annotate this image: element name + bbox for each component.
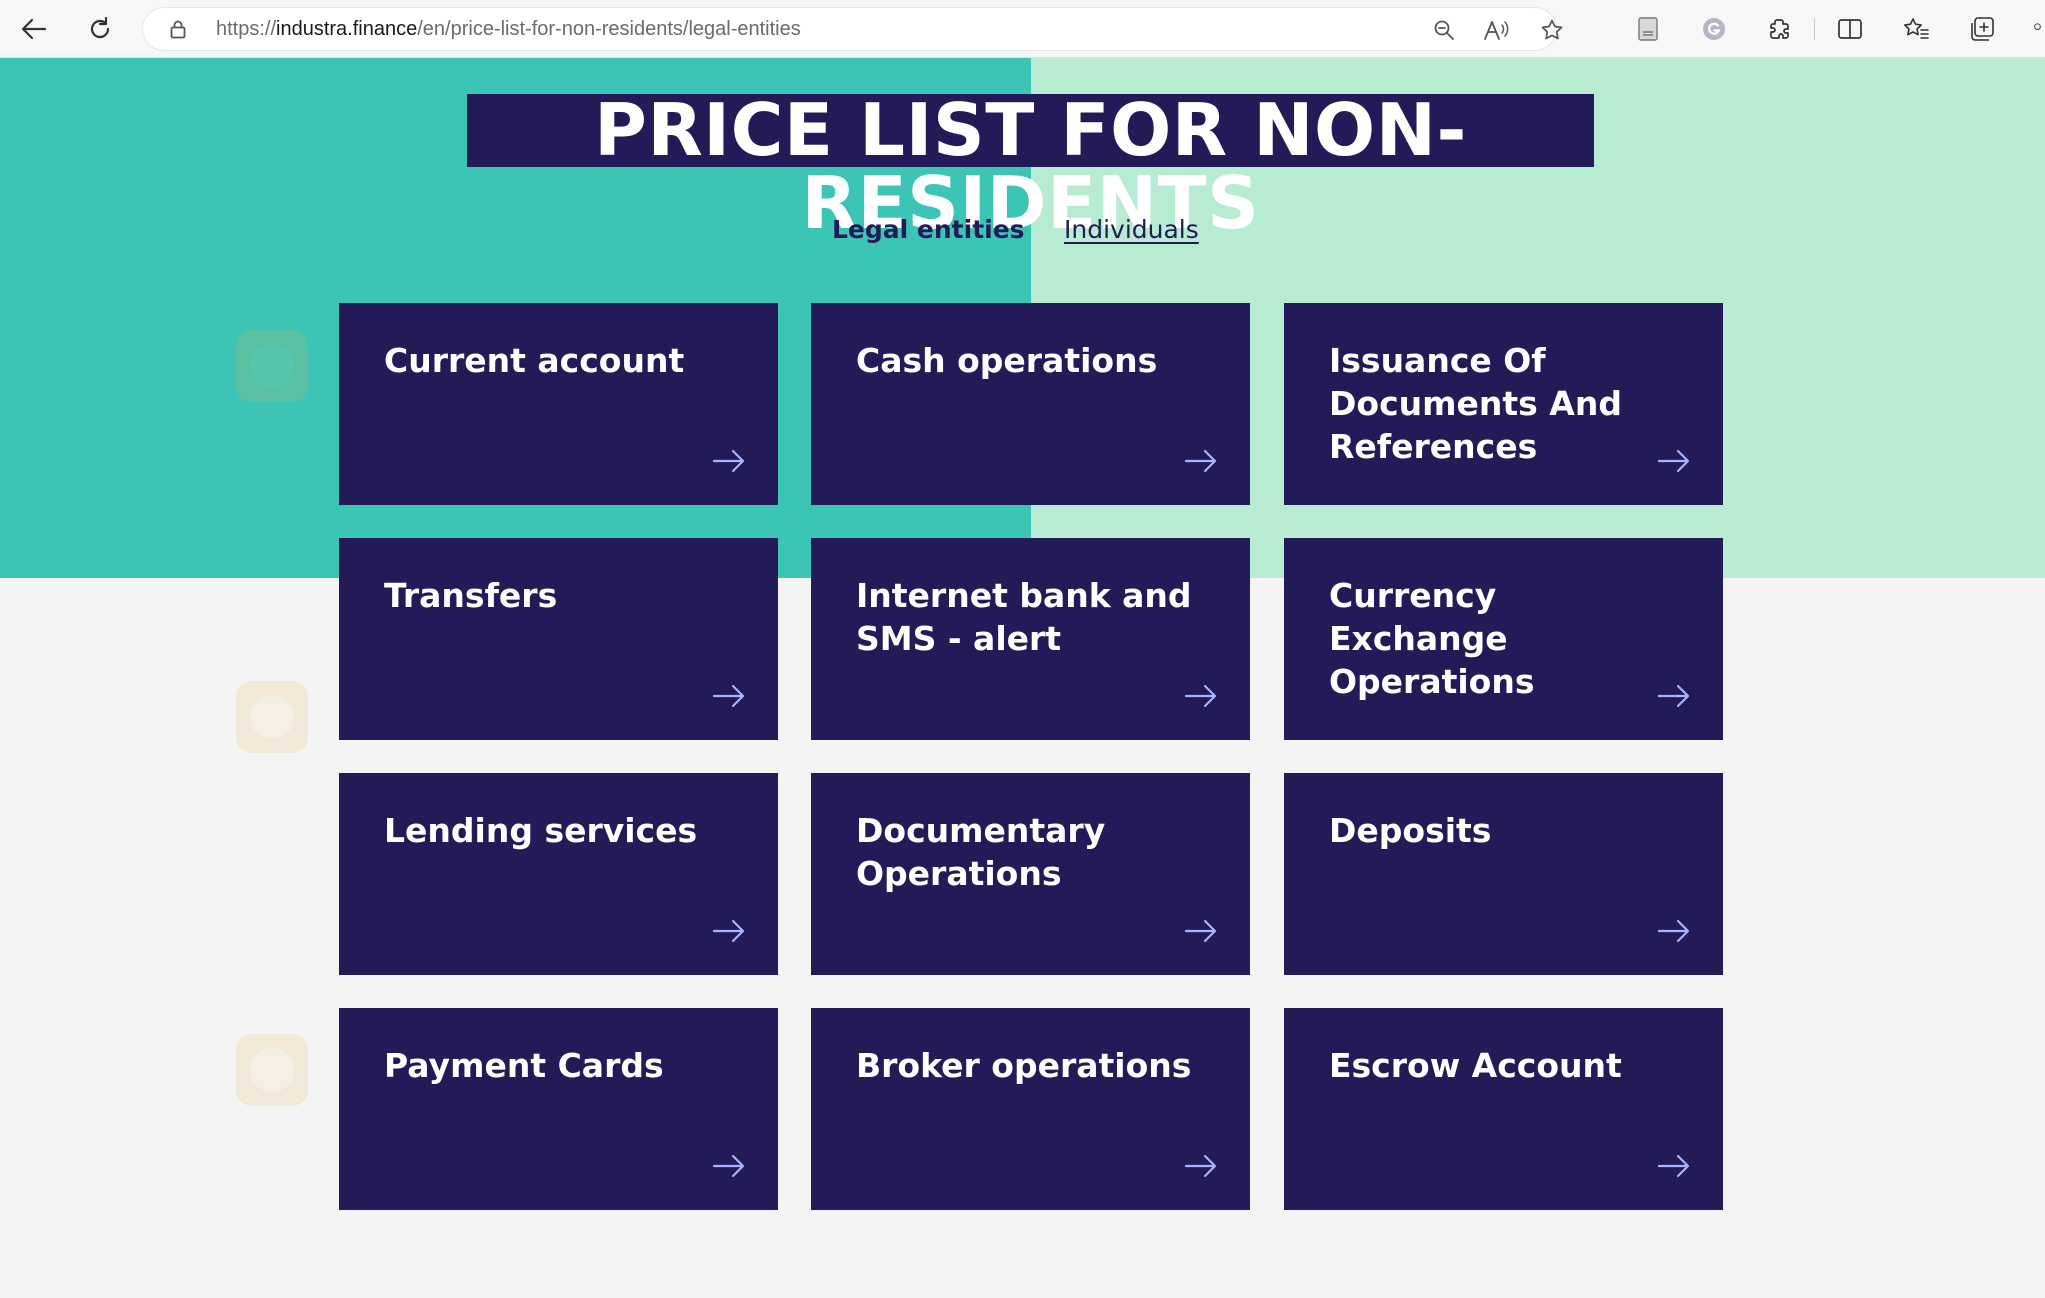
extensions-icon[interactable] xyxy=(1766,15,1794,43)
favorite-star-icon[interactable] xyxy=(1540,18,1564,42)
card-label: Internet bank and SMS - alert xyxy=(856,576,1192,658)
card-issuance-of-documents[interactable]: Issuance Of Documents And References xyxy=(1284,303,1723,505)
arrow-right-icon xyxy=(712,1154,745,1178)
lock-icon xyxy=(170,20,186,39)
toolbar-separator xyxy=(1814,18,1815,40)
url-scheme: https:// xyxy=(216,18,277,40)
arrow-right-icon xyxy=(1657,684,1690,708)
card-label: Lending services xyxy=(384,811,698,850)
split-screen-icon[interactable] xyxy=(1836,15,1864,43)
arrow-right-icon xyxy=(1657,919,1690,943)
read-aloud-icon[interactable] xyxy=(1482,18,1510,42)
favorites-icon[interactable] xyxy=(1902,15,1930,43)
collections-icon[interactable] xyxy=(1968,15,1996,43)
page-title: PRICE LIST FOR NON-RESIDENTS xyxy=(467,94,1594,240)
reading-view-icon[interactable] xyxy=(1634,15,1662,43)
card-lending-services[interactable]: Lending services xyxy=(339,773,778,975)
arrow-right-icon xyxy=(712,449,745,473)
card-label: Currency Exchange Operations xyxy=(1329,576,1535,701)
url-host: industra.finance xyxy=(276,18,418,40)
grammarly-icon[interactable] xyxy=(1700,15,1728,43)
arrow-right-icon xyxy=(712,919,745,943)
arrow-right-icon xyxy=(1184,684,1217,708)
arrow-right-icon xyxy=(1184,449,1217,473)
refresh-icon xyxy=(90,16,110,39)
card-transfers[interactable]: Transfers xyxy=(339,538,778,740)
card-current-account[interactable]: Current account xyxy=(339,303,778,505)
card-broker-operations[interactable]: Broker operations xyxy=(811,1008,1250,1210)
url-text: https://industra.finance/en/price-list-f… xyxy=(216,18,801,41)
card-documentary-operations[interactable]: Documentary Operations xyxy=(811,773,1250,975)
card-label: Transfers xyxy=(384,576,558,615)
card-internet-bank[interactable]: Internet bank and SMS - alert xyxy=(811,538,1250,740)
tab-legal-entities[interactable]: Legal entities xyxy=(832,215,1025,244)
watermark-logo-icon xyxy=(236,681,308,753)
refresh-button[interactable] xyxy=(80,9,120,49)
card-label: Documentary Operations xyxy=(856,811,1106,893)
card-payment-cards[interactable]: Payment Cards xyxy=(339,1008,778,1210)
card-label: Payment Cards xyxy=(384,1046,664,1085)
card-label: Broker operations xyxy=(856,1046,1192,1085)
arrow-right-icon xyxy=(712,684,745,708)
zoom-out-icon[interactable] xyxy=(1432,18,1456,42)
card-label: Issuance Of Documents And References xyxy=(1329,341,1622,466)
back-button[interactable] xyxy=(14,9,54,49)
url-path: /en/price-list-for-non-residents/legal-e… xyxy=(417,18,801,40)
card-escrow-account[interactable]: Escrow Account xyxy=(1284,1008,1723,1210)
arrow-right-icon xyxy=(1657,449,1690,473)
arrow-left-icon xyxy=(21,18,47,40)
card-currency-exchange[interactable]: Currency Exchange Operations xyxy=(1284,538,1723,740)
browser-toolbar: https://industra.finance/en/price-list-f… xyxy=(0,0,2045,58)
address-bar[interactable]: https://industra.finance/en/price-list-f… xyxy=(142,7,1563,51)
card-label: Cash operations xyxy=(856,341,1158,380)
tab-individuals[interactable]: Individuals xyxy=(1064,215,1199,244)
card-label: Deposits xyxy=(1329,811,1492,850)
profile-icon[interactable] xyxy=(2030,15,2045,43)
watermark-logo-icon xyxy=(236,1034,308,1106)
card-label: Escrow Account xyxy=(1329,1046,1622,1085)
arrow-right-icon xyxy=(1184,919,1217,943)
card-cash-operations[interactable]: Cash operations xyxy=(811,303,1250,505)
arrow-right-icon xyxy=(1184,1154,1217,1178)
card-label: Current account xyxy=(384,341,685,380)
arrow-right-icon xyxy=(1657,1154,1690,1178)
card-deposits[interactable]: Deposits xyxy=(1284,773,1723,975)
